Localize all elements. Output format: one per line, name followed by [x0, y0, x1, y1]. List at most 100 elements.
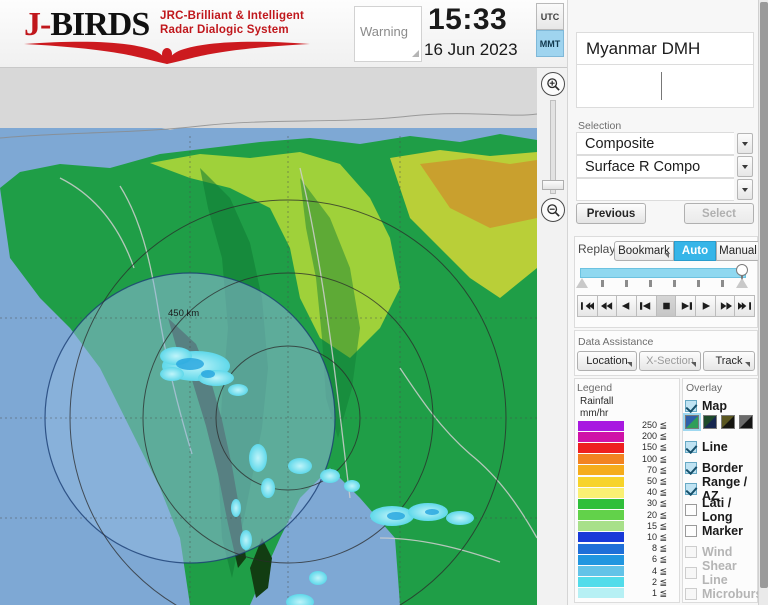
timeline-tick [721, 280, 724, 287]
legend-row: 6 ≦ [578, 554, 670, 565]
legend-scale: 250 ≦ 200 ≦ 150 ≦ 100 ≦ 70 ≦ 50 ≦ 40 ≦ 30 ≦ 20 ≦… [578, 420, 670, 599]
legend-row: 50 ≦ [578, 476, 670, 487]
selection-layer-dropdown[interactable]: Surface R Compo [576, 155, 754, 178]
overlay-item-label: Marker [702, 523, 743, 538]
previous-button[interactable]: Previous [576, 203, 646, 224]
timeline-track[interactable] [580, 268, 746, 278]
x-section-button[interactable]: X-Section [639, 351, 701, 371]
legend-row: 30 ≦ [578, 498, 670, 509]
fast-forward-button[interactable] [715, 295, 736, 317]
prev-frame-icon [639, 302, 651, 310]
legend-value: 1 ≦ [651, 587, 667, 598]
site-detail-box[interactable] [576, 64, 754, 108]
map-theme-theme-dark-blue[interactable] [703, 415, 717, 429]
track-button[interactable]: Track [703, 351, 755, 371]
map-theme-theme-olive[interactable] [721, 415, 735, 429]
timeline-tick [673, 280, 676, 287]
zoom-slider-thumb[interactable] [542, 180, 564, 190]
range-ring-label: 450 km [168, 308, 199, 319]
chevron-down-icon[interactable] [737, 156, 753, 177]
checkbox-icon [685, 566, 697, 579]
chevron-down-icon[interactable] [737, 133, 753, 154]
select-button[interactable]: Select [684, 203, 754, 224]
panel-scrollbar[interactable] [758, 0, 768, 605]
overlay-item-lati-long[interactable]: Lati / Long [685, 496, 757, 524]
bird-logo-icon [24, 41, 310, 64]
legend-swatch [578, 554, 624, 565]
stop-icon [662, 302, 670, 310]
data-assistance-label: Data Assistance [578, 336, 654, 348]
legend-swatch [578, 521, 624, 532]
timeline-tick [649, 280, 652, 287]
overlay-item-label: Lati / Long [702, 495, 733, 524]
step-back-button[interactable] [617, 295, 638, 317]
skip-to-end-button[interactable] [735, 295, 756, 317]
legend-value: 15 ≦ [646, 520, 667, 531]
warning-resize-grip[interactable] [412, 50, 419, 57]
radar-map-canvas: 450 km [0, 68, 537, 605]
panel-scrollbar-thumb[interactable] [760, 2, 768, 588]
timezone-utc-button[interactable]: UTC [536, 3, 564, 30]
checkbox-icon[interactable] [685, 503, 697, 516]
bookmark-dropdown-icon[interactable] [664, 253, 669, 258]
legend-value: 20 ≦ [646, 509, 667, 520]
overlay-item-shear-line: Shear Line [685, 559, 757, 587]
checkbox-icon[interactable] [685, 524, 697, 537]
legend-title: Legend [577, 382, 613, 394]
legend-row: 4 ≦ [578, 565, 670, 577]
legend-row: 150 ≦ [578, 442, 670, 453]
replay-manual-button[interactable]: Manual [716, 241, 760, 261]
fast-forward-icon [720, 302, 732, 310]
legend-row: 40 ≦ [578, 487, 670, 498]
zoom-out-button[interactable] [541, 198, 565, 222]
legend-swatch [578, 577, 624, 588]
legend-swatch [578, 543, 624, 554]
location-button[interactable]: Location [577, 351, 637, 371]
selection-product-value: Composite [576, 132, 734, 155]
play-button[interactable] [696, 295, 716, 317]
stop-button[interactable] [656, 295, 677, 317]
checkbox-icon [685, 587, 697, 600]
legend-row: 8 ≦ [578, 543, 670, 554]
chevron-down-icon[interactable] [737, 179, 753, 200]
legend-value: 40 ≦ [646, 487, 667, 498]
checkbox-icon[interactable] [685, 482, 697, 495]
legend-unit-line2: mm/hr [580, 407, 609, 419]
legend-value: 4 ≦ [651, 565, 667, 576]
prev-frame-button[interactable] [637, 295, 657, 317]
radar-map-view[interactable]: 450 km [0, 68, 537, 605]
overlay-item-label: Microburst [702, 586, 767, 601]
app-logo: J-BIRDS JRC-Brilliant & Intelligent Rada… [8, 2, 348, 64]
play-icon [702, 302, 711, 310]
overlay-item-microburst: Microburst [685, 583, 767, 604]
rewind-button[interactable] [597, 295, 618, 317]
legend-value: 2 ≦ [651, 576, 667, 587]
overlay-item-label: Shear Line [702, 558, 737, 587]
legend-swatch [578, 454, 624, 465]
map-theme-theme-green[interactable] [683, 413, 701, 431]
bookmark-button[interactable]: Bookmark [614, 241, 674, 261]
legend-swatch [578, 442, 624, 453]
checkbox-icon[interactable] [685, 440, 697, 453]
selection-label: Selection [578, 120, 622, 132]
checkbox-icon[interactable] [685, 399, 697, 412]
checkbox-icon[interactable] [685, 461, 697, 474]
zoom-out-icon [546, 203, 560, 217]
selection-product-dropdown[interactable]: Composite [576, 132, 754, 155]
timezone-mmt-button[interactable]: MMT [536, 30, 564, 57]
track-button-label: Track [715, 355, 743, 367]
clock-time: 15:33 [428, 3, 508, 36]
brand-tagline-line1: JRC-Brilliant & Intelligent [160, 10, 305, 22]
zoom-in-button[interactable] [541, 72, 565, 96]
selection-extra-dropdown[interactable] [576, 178, 754, 201]
overlay-item-map[interactable]: Map [685, 395, 757, 416]
replay-auto-button[interactable]: Auto [674, 241, 716, 261]
skip-to-end-icon [738, 302, 752, 310]
map-theme-theme-gray[interactable] [739, 415, 753, 429]
clock-date: 16 Jun 2023 [424, 40, 518, 59]
next-frame-button[interactable] [676, 295, 697, 317]
legend-unit-line1: Rainfall [580, 396, 614, 407]
skip-to-start-button[interactable] [577, 295, 598, 317]
legend-value: 70 ≦ [646, 464, 667, 475]
overlay-item-line[interactable]: Line [685, 436, 757, 457]
